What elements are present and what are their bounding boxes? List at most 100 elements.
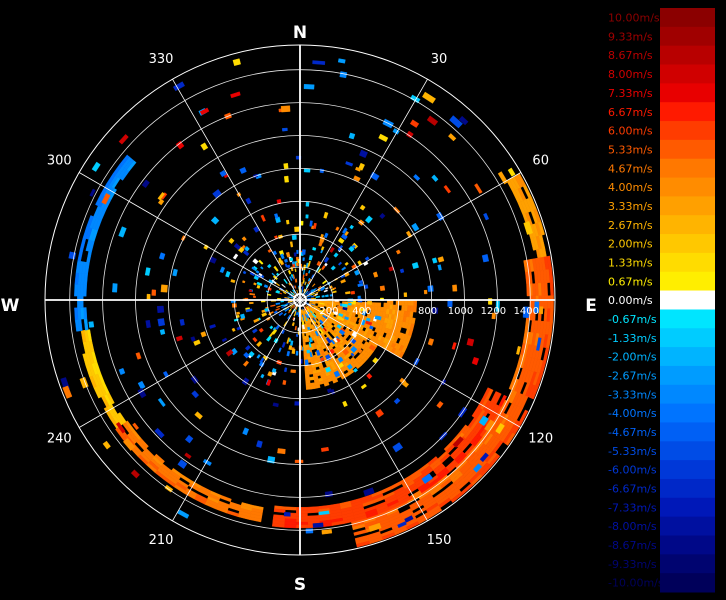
velocity-gate: [294, 459, 304, 464]
legend-label: -5.33m/s: [608, 445, 657, 458]
azimuth-label: 240: [47, 432, 72, 447]
velocity-gate: [305, 214, 309, 219]
legend-swatch: [660, 309, 715, 329]
velocity-gate: [179, 318, 185, 326]
velocity-gate: [277, 448, 286, 455]
legend-label: 6.67m/s: [608, 106, 653, 119]
velocity-gate: [549, 282, 554, 296]
legend-swatch: [660, 271, 715, 292]
velocity-gate: [112, 283, 118, 293]
legend-label: -9.33m/s: [608, 558, 657, 571]
cardinal-label-s: S: [294, 575, 306, 595]
velocity-gate: [283, 511, 291, 517]
velocity-gate: [342, 301, 346, 305]
legend-zero-band: [660, 290, 715, 310]
velocity-gate: [77, 295, 81, 309]
velocity-gate: [310, 385, 316, 390]
legend-label: 1.33m/s: [608, 256, 653, 269]
velocity-gate: [371, 302, 376, 307]
legend-label: 8.67m/s: [608, 49, 653, 62]
velocity-gate: [295, 524, 309, 529]
range-label: 400: [352, 306, 371, 317]
legend-label: 4.67m/s: [608, 162, 653, 175]
legend-swatch: [660, 554, 715, 574]
velocity-gate: [307, 509, 319, 514]
cardinal-label-n: N: [293, 23, 307, 43]
legend-label: -8.00m/s: [608, 520, 657, 533]
velocity-gate: [145, 319, 151, 329]
velocity-gate: [303, 347, 307, 352]
velocity-gate: [383, 302, 388, 308]
velocity-gate: [301, 267, 304, 271]
legend-swatch: [660, 422, 715, 442]
velocity-gate: [305, 385, 312, 390]
velocity-gate: [309, 376, 315, 381]
legend-swatch: [660, 516, 715, 536]
legend-swatch: [660, 347, 715, 367]
azimuth-label: 60: [532, 154, 549, 169]
velocity-gate: [303, 353, 308, 358]
legend-swatch: [660, 535, 715, 555]
legend-swatch: [660, 365, 715, 386]
legend-label: 2.00m/s: [608, 238, 653, 251]
velocity-gate: [302, 257, 305, 262]
legend-swatch: [660, 384, 715, 405]
velocity-gate: [409, 311, 414, 319]
velocity-gate: [321, 295, 325, 298]
velocity-gate: [549, 308, 554, 323]
legend-label: -3.33m/s: [608, 388, 657, 401]
azimuth-label: 300: [47, 154, 72, 169]
velocity-gate: [303, 168, 311, 173]
velocity-gate: [304, 365, 309, 370]
legend-label: 0.00m/s: [608, 294, 653, 307]
legend-label: -6.67m/s: [608, 483, 657, 496]
legend-label: -6.00m/s: [608, 464, 657, 477]
azimuth-label: 150: [427, 533, 452, 548]
velocity-gate: [302, 338, 306, 343]
range-label: 1200: [481, 306, 506, 317]
velocity-gate: [280, 300, 285, 303]
legend-label: 6.00m/s: [608, 125, 653, 138]
velocity-gate: [350, 290, 356, 295]
legend-swatch: [660, 139, 715, 160]
velocity-gate: [312, 522, 324, 528]
velocity-gate: [392, 304, 397, 311]
velocity-gate: [374, 302, 379, 308]
velocity-gate: [256, 284, 261, 289]
velocity-gate: [399, 268, 405, 274]
velocity-gate: [452, 284, 458, 292]
velocity-gate: [230, 300, 237, 303]
legend-swatch: [660, 102, 715, 122]
velocity-gate: [283, 163, 289, 170]
velocity-gate: [236, 311, 241, 315]
velocity-gate: [291, 261, 295, 265]
legend-swatch: [660, 83, 715, 103]
velocity-gate: [539, 306, 544, 315]
velocity-gate: [344, 301, 349, 305]
velocity-gate: [379, 285, 386, 291]
legend-swatch: [660, 177, 715, 197]
legend-label: 5.33m/s: [608, 143, 653, 156]
azimuth-label: 120: [528, 432, 553, 447]
velocity-gate: [291, 348, 296, 355]
legend-swatch: [660, 121, 715, 141]
velocity-gate: [252, 295, 256, 298]
velocity-gate: [295, 518, 309, 523]
velocity-gate: [359, 301, 364, 306]
velocity-gate: [303, 84, 315, 90]
velocity-gate: [547, 295, 551, 310]
velocity-gate: [159, 329, 166, 335]
velocity-gate: [300, 312, 303, 317]
legend-swatch: [660, 441, 715, 461]
velocity-gate: [324, 490, 334, 498]
legend-swatch: [660, 196, 715, 216]
velocity-gate: [294, 226, 300, 232]
velocity-gate: [281, 127, 288, 132]
legend-label: -2.67m/s: [608, 369, 657, 382]
cardinal-label-w: W: [1, 296, 20, 316]
velocity-gate: [386, 304, 391, 310]
velocity-gate: [295, 333, 299, 337]
velocity-gate: [289, 257, 294, 262]
velocity-gate: [302, 336, 306, 340]
legend-label: -2.00m/s: [608, 351, 657, 364]
